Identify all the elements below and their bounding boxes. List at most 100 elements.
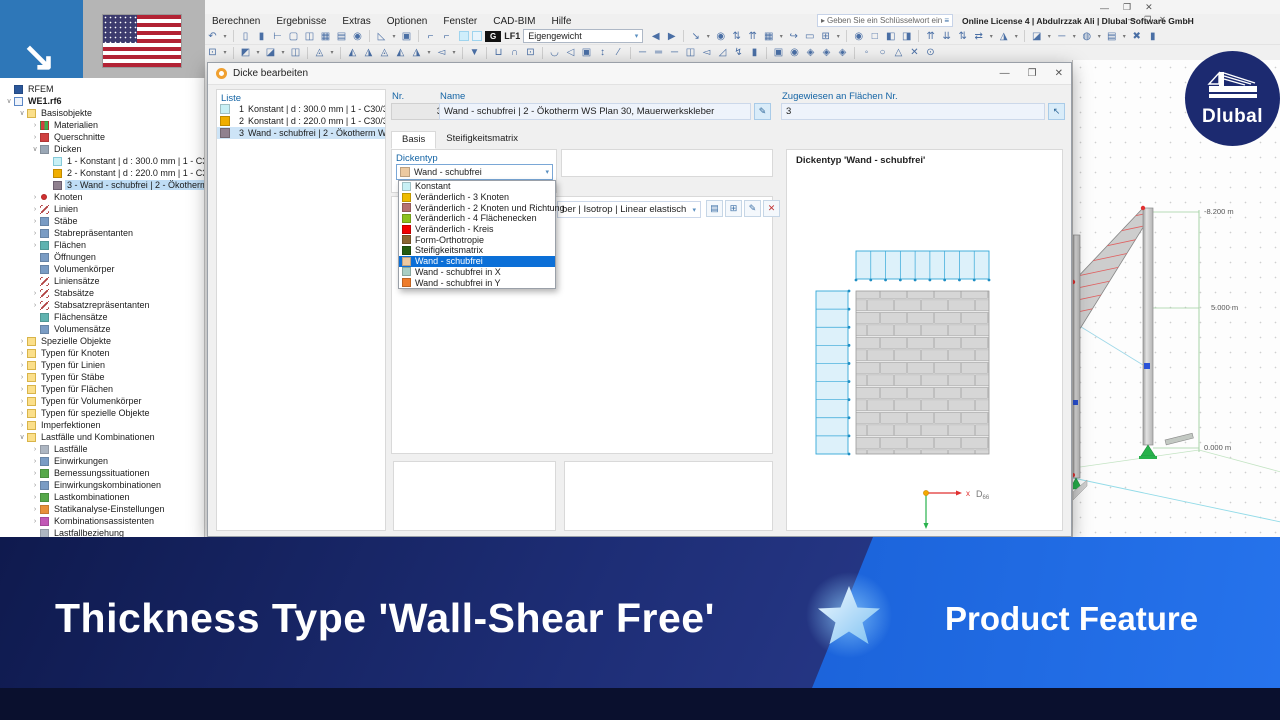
tree-item[interactable]: ›Typen für Flächen: [0, 383, 204, 395]
toolbar-icon[interactable]: □: [867, 29, 882, 43]
dropdown-option[interactable]: Wand - schubfrei: [399, 256, 555, 267]
toolbar-icon[interactable]: ▾: [1095, 29, 1103, 43]
expander-icon[interactable]: ›: [30, 506, 40, 513]
toolbar-icon[interactable]: ▭: [802, 29, 817, 43]
material-select[interactable]: ber | Isotrop | Linear elastisch ▾: [557, 201, 701, 218]
toolbar-icon[interactable]: ✖: [1129, 29, 1144, 43]
tree-item[interactable]: ›Knoten: [0, 191, 204, 203]
tree-item[interactable]: ›Typen für Linien: [0, 359, 204, 371]
thickness-list-item[interactable]: 3Wand - schubfrei | 2 - Ökotherm WS Plan: [217, 127, 385, 139]
toolbar-icon[interactable]: ↯: [731, 46, 746, 60]
tree-item[interactable]: 1 - Konstant | d : 300.0 mm | 1 - C30/37: [0, 155, 204, 167]
toolbar-icon[interactable]: ▾: [254, 46, 262, 60]
tree-item[interactable]: ›Typen für spezielle Objekte: [0, 407, 204, 419]
expander-icon[interactable]: ∨: [17, 433, 27, 441]
toolbar-icon[interactable]: ▼: [467, 46, 482, 60]
minimize-icon[interactable]: —: [1128, 15, 1136, 24]
tree-item[interactable]: ›Imperfektionen: [0, 419, 204, 431]
toolbar-icon[interactable]: △: [891, 46, 906, 60]
toolbar-icon[interactable]: ↪: [786, 29, 801, 43]
expander-icon[interactable]: ›: [17, 398, 27, 405]
tree-item[interactable]: ›Stabsatzrepräsentanten: [0, 299, 204, 311]
dialog-titlebar[interactable]: Dicke bearbeiten — ❐ ✕: [208, 63, 1071, 85]
edit-name-button[interactable]: ✎: [754, 103, 771, 120]
menu-extras[interactable]: Extras: [335, 16, 377, 27]
expander-icon[interactable]: ∨: [4, 97, 14, 105]
toolbar-icon[interactable]: ▾: [834, 29, 842, 43]
toolbar-icon[interactable]: ◨: [899, 29, 914, 43]
toolbar-icon[interactable]: ▯: [238, 29, 253, 43]
toolbar-icon[interactable]: ◮: [996, 29, 1011, 43]
toolbar-icon[interactable]: ↘: [688, 29, 703, 43]
tree-item[interactable]: ›Einwirkungen: [0, 455, 204, 467]
tree-item[interactable]: ›Lastkombinationen: [0, 491, 204, 503]
toolbar-icon[interactable]: ◬: [377, 46, 392, 60]
toolbar-icon[interactable]: ▶: [664, 29, 679, 43]
dropdown-option[interactable]: Veränderlich - 4 Flächenecken: [399, 213, 555, 224]
minimize-icon[interactable]: —: [1000, 68, 1010, 79]
material-edit-button[interactable]: ✎: [744, 200, 761, 217]
toolbar-icon[interactable]: ⊡: [523, 46, 538, 60]
toolbar-icon[interactable]: ▾: [1045, 29, 1053, 43]
load-case-select[interactable]: Eigengewicht▾: [523, 29, 643, 43]
toolbar-icon[interactable]: ▤: [334, 29, 349, 43]
tree-item[interactable]: ›Spezielle Objekte: [0, 335, 204, 347]
toolbar-icon[interactable]: ⁄: [611, 46, 626, 60]
toolbar-icon[interactable]: ▾: [328, 46, 336, 60]
toolbar-icon[interactable]: ◪: [1029, 29, 1044, 43]
dropdown-option[interactable]: Veränderlich - 2 Knoten und Richtung: [399, 202, 555, 213]
toolbar-icon[interactable]: ▾: [1012, 29, 1020, 43]
close-icon[interactable]: ✕: [1055, 68, 1063, 79]
toolbar-icon[interactable]: ⊡: [205, 46, 220, 60]
toolbar-icon[interactable]: ◿: [715, 46, 730, 60]
expander-icon[interactable]: ∨: [30, 145, 40, 153]
toolbar-icon[interactable]: ◁: [563, 46, 578, 60]
expander-icon[interactable]: ›: [30, 302, 40, 309]
toolbar-icon[interactable]: ⇈: [745, 29, 760, 43]
toolbar-icon[interactable]: ◧: [883, 29, 898, 43]
toolbar-icon[interactable]: ▣: [771, 46, 786, 60]
tree-item[interactable]: Flächensätze: [0, 311, 204, 323]
toolbar-icon[interactable]: ◩: [238, 46, 253, 60]
tree-item[interactable]: ∨Dicken: [0, 143, 204, 155]
tree-item[interactable]: Liniensätze: [0, 275, 204, 287]
toolbar-icon[interactable]: ↶: [205, 29, 220, 43]
name-field[interactable]: Wand - schubfrei | 2 - Ökotherm WS Plan …: [439, 103, 751, 120]
tree-item[interactable]: ›Stabrepräsentanten: [0, 227, 204, 239]
toolbar-icon[interactable]: ◈: [819, 46, 834, 60]
expander-icon[interactable]: ›: [30, 122, 40, 129]
toolbar-icon[interactable]: ◀: [648, 29, 663, 43]
expander-icon[interactable]: ›: [30, 218, 40, 225]
tree-item[interactable]: Volumensätze: [0, 323, 204, 335]
toolbar-icon[interactable]: ◺: [374, 29, 389, 43]
toolbar-icon[interactable]: ⇅: [955, 29, 970, 43]
tree-item[interactable]: ›Stäbe: [0, 215, 204, 227]
toolbar-icon[interactable]: ◭: [393, 46, 408, 60]
expander-icon[interactable]: ›: [30, 134, 40, 141]
toolbar-icon[interactable]: ◦: [859, 46, 874, 60]
tab-basis[interactable]: Basis: [391, 131, 436, 149]
tree-item[interactable]: ›Linien: [0, 203, 204, 215]
expander-icon[interactable]: ›: [17, 350, 27, 357]
expander-icon[interactable]: ›: [30, 494, 40, 501]
material-library-button[interactable]: ▤: [706, 200, 723, 217]
menu-ergebnisse[interactable]: Ergebnisse: [269, 16, 333, 27]
toolbar-icon[interactable]: ⇊: [939, 29, 954, 43]
menu-optionen[interactable]: Optionen: [380, 16, 435, 27]
dropdown-option[interactable]: Form-Orthotropie: [399, 234, 555, 245]
toolbar-icon[interactable]: ─: [667, 46, 682, 60]
assigned-surfaces-field[interactable]: 3: [781, 103, 1045, 120]
tree-item[interactable]: ›Typen für Knoten: [0, 347, 204, 359]
expander-icon[interactable]: ›: [17, 374, 27, 381]
expander-icon[interactable]: ›: [30, 194, 40, 201]
toolbar-icon[interactable]: ⇅: [729, 29, 744, 43]
expander-icon[interactable]: ∨: [17, 109, 27, 117]
toolbar-icon[interactable]: ✕: [907, 46, 922, 60]
toolbar-icon[interactable]: ⊙: [923, 46, 938, 60]
toolbar-icon[interactable]: ◫: [683, 46, 698, 60]
toolbar-icon[interactable]: ◫: [302, 29, 317, 43]
toolbar-icon[interactable]: ▾: [704, 29, 712, 43]
expander-icon[interactable]: ›: [30, 446, 40, 453]
menu-fenster[interactable]: Fenster: [436, 16, 484, 27]
dropdown-option[interactable]: Veränderlich - Kreis: [399, 224, 555, 235]
